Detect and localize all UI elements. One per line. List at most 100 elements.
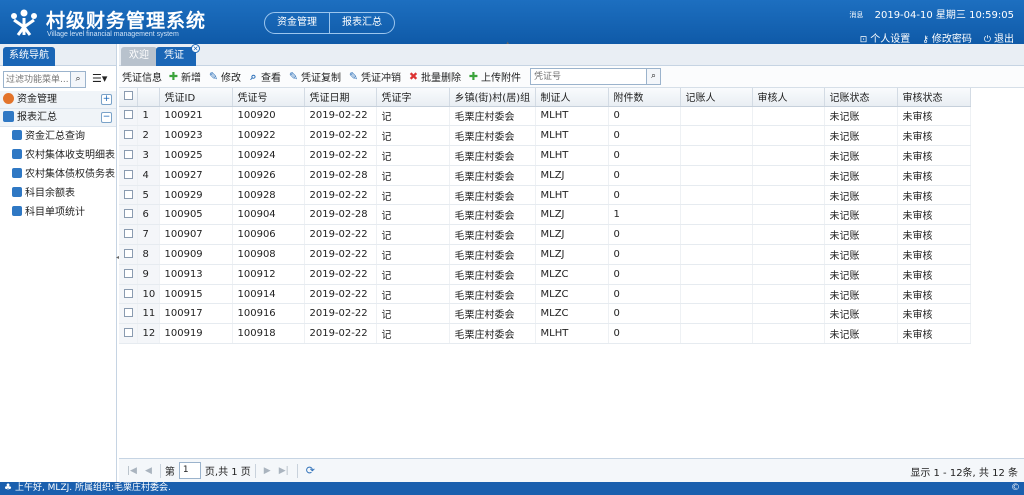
refresh-icon[interactable]: ⟳: [306, 464, 315, 477]
separator: [159, 463, 161, 478]
table-row[interactable]: 9 100913 100912 2019-02-22 记毛栗庄村委会 MLZC 0 未记账 未审…: [119, 264, 971, 285]
expand-icon[interactable]: +: [101, 94, 112, 105]
tree-item-fund-summary-query[interactable]: 资金汇总查询: [0, 127, 116, 146]
row-number: 1: [137, 106, 160, 127]
table-row[interactable]: 4 100927 100926 2019-02-28 记毛栗庄村委会 MLZJ 0 未记账 未审…: [119, 165, 971, 186]
column-header[interactable]: 记账状态: [824, 88, 898, 107]
column-header[interactable]: 制证人: [535, 88, 609, 107]
checkbox-icon: [124, 308, 133, 318]
last-page-icon[interactable]: ▶|: [279, 466, 289, 476]
column-header[interactable]: 凭证日期: [304, 88, 377, 107]
collapse-icon[interactable]: −: [101, 112, 112, 123]
edit-button[interactable]: ✎ 修改: [208, 69, 241, 84]
table-cell: 2019-02-22: [304, 244, 377, 265]
menu-icon[interactable]: ☰▾: [92, 72, 107, 85]
column-header[interactable]: 审核人: [752, 88, 825, 107]
logout-link[interactable]: ⏻ 退出: [984, 30, 1014, 45]
column-header[interactable]: 记账人: [680, 88, 753, 107]
close-icon[interactable]: ✕: [191, 44, 200, 53]
table-cell: 未审核: [897, 284, 971, 305]
column-header[interactable]: 乡镇(街)村(居)组: [449, 88, 536, 107]
voucher-number-search-input[interactable]: [530, 68, 647, 85]
top-nav-report-summary[interactable]: 报表汇总: [329, 13, 394, 33]
row-checkbox[interactable]: [119, 284, 138, 305]
copy-voucher-button[interactable]: ✎ 凭证复制: [288, 69, 341, 84]
table-row[interactable]: 5 100929 100928 2019-02-22 记毛栗庄村委会 MLHT 0 未记账 未审…: [119, 185, 971, 206]
table-row[interactable]: 8 100909 100908 2019-02-22 记毛栗庄村委会 MLZJ 0 未记账 未审…: [119, 244, 971, 265]
tree-item-subject-balance[interactable]: 科目余额表: [0, 184, 116, 203]
row-checkbox[interactable]: [119, 224, 138, 246]
add-button[interactable]: ✚ 新增: [168, 69, 201, 84]
menu-filter-input[interactable]: [3, 71, 71, 88]
table-row[interactable]: 6 100905 100904 2019-02-28 记毛栗庄村委会 MLZJ 1 未记账 未审…: [119, 204, 971, 226]
tree-group-fund-management[interactable]: 资金管理 +: [0, 91, 116, 109]
next-page-icon[interactable]: ▶: [264, 466, 271, 476]
toolbar: 凭证信息 ✚ 新增 ✎ 修改 ⌕ 查看 ✎ 凭证复制 ✎ 凭证冲销 ✖ 批量删除 ✚ 上传附件…: [119, 66, 1024, 88]
row-checkbox[interactable]: [119, 264, 138, 285]
table-cell: 毛栗庄村委会: [449, 106, 536, 127]
reverse-voucher-button[interactable]: ✎ 凭证冲销: [348, 69, 401, 84]
tab-system-nav[interactable]: 系统导航: [3, 47, 55, 66]
top-nav-fund-management[interactable]: 资金管理: [265, 13, 329, 33]
tab-welcome[interactable]: 欢迎: [121, 47, 157, 66]
column-header[interactable]: 凭证号: [232, 88, 305, 107]
left-nav-panel: 系统导航 ⌕ ☰▾ 资金管理 + 报表汇总 − 资金汇总查询 农村集体收支明细表…: [0, 44, 117, 482]
table-cell: 100915: [159, 284, 233, 305]
row-number: 9: [137, 264, 160, 285]
row-checkbox[interactable]: [119, 125, 138, 147]
table-row[interactable]: 11 100917 100916 2019-02-22 记毛栗庄村委会 MLZC 0 未记账未…: [119, 303, 971, 325]
page-number-input[interactable]: 1: [178, 462, 201, 479]
tree-group-report-summary[interactable]: 报表汇总 −: [0, 109, 116, 127]
row-checkbox[interactable]: [119, 185, 138, 206]
message-link[interactable]: 消息: [849, 11, 863, 19]
table-cell: 100914: [232, 284, 305, 305]
row-checkbox[interactable]: [119, 204, 138, 226]
table-cell: MLZC: [535, 303, 609, 325]
table-cell: 0: [608, 284, 681, 305]
column-header[interactable]: 附件数: [608, 88, 681, 107]
tree-item-subject-statistics[interactable]: 科目单项统计: [0, 203, 116, 222]
batch-delete-button[interactable]: ✖ 批量删除: [408, 69, 461, 84]
personal-settings-link[interactable]: ⊡ 个人设置: [860, 30, 911, 45]
select-all-checkbox[interactable]: [119, 88, 138, 107]
row-checkbox[interactable]: [119, 145, 138, 166]
plus-icon: ✚: [168, 70, 179, 83]
search-icon[interactable]: ⌕: [647, 68, 661, 85]
view-button[interactable]: ⌕ 查看: [248, 69, 281, 85]
column-header[interactable]: 审核状态: [897, 88, 971, 107]
table-cell: 毛栗庄村委会: [449, 165, 536, 186]
table-row[interactable]: 10 100915 100914 2019-02-22 记毛栗庄村委会 MLZC 0 未记账未…: [119, 284, 971, 305]
upload-attachment-button[interactable]: ✚ 上传附件: [468, 69, 521, 84]
search-icon[interactable]: ⌕: [71, 71, 86, 88]
tree-group-label: 资金管理: [17, 94, 57, 105]
row-checkbox[interactable]: [119, 303, 138, 325]
upload-attachment-label: 上传附件: [481, 73, 521, 84]
first-page-icon[interactable]: |◀: [127, 466, 137, 476]
table-cell: 100920: [232, 106, 305, 127]
prev-page-icon[interactable]: ◀: [145, 466, 152, 476]
checkbox-icon: [124, 91, 133, 101]
change-password-link[interactable]: ⚷ 修改密码: [922, 30, 972, 45]
table-row[interactable]: 12 100919 100918 2019-02-22 记毛栗庄村委会 MLHT 0 未记账未…: [119, 323, 971, 345]
tab-voucher[interactable]: 凭证 ✕: [156, 44, 200, 66]
table-cell: 2019-02-28: [304, 165, 377, 186]
row-checkbox[interactable]: [119, 106, 138, 127]
table-row[interactable]: 1 100921 100920 2019-02-22 记毛栗庄村委会 MLHT 0 未记账 未审…: [119, 106, 971, 127]
pagination-bar: |◀ ◀ 第 1 页,共 1 页 ▶ ▶| ⟳ 显示 1 - 12条, 共 12…: [119, 458, 1024, 482]
table-row[interactable]: 2 100923 100922 2019-02-22 记毛栗庄村委会 MLHT 0 未记账 未审…: [119, 125, 971, 147]
table-row[interactable]: 7 100907 100906 2019-02-22 记毛栗庄村委会 MLZJ 0 未记账 未审…: [119, 224, 971, 246]
row-checkbox[interactable]: [119, 323, 138, 345]
row-checkbox[interactable]: [119, 244, 138, 265]
status-bar: ♣ 上午好, MLZJ. 所属组织:毛栗庄村委会. ©: [0, 482, 1024, 495]
row-checkbox[interactable]: [119, 165, 138, 186]
column-header[interactable]: 凭证字: [376, 88, 450, 107]
tree-item-credit-debt[interactable]: 农村集体债权债务表: [0, 165, 116, 184]
tree-item-label: 农村集体收支明细表: [25, 150, 115, 161]
separator: [254, 463, 256, 478]
table-cell: [680, 145, 753, 166]
row-number: 6: [137, 204, 160, 226]
table-row[interactable]: 3 100925 100924 2019-02-22 记毛栗庄村委会 MLHT 0 未记账 未审…: [119, 145, 971, 166]
tree-item-income-expense-detail[interactable]: 农村集体收支明细表: [0, 146, 116, 165]
column-header[interactable]: 凭证ID: [159, 88, 233, 107]
copyright-icon[interactable]: ©: [1011, 482, 1020, 495]
